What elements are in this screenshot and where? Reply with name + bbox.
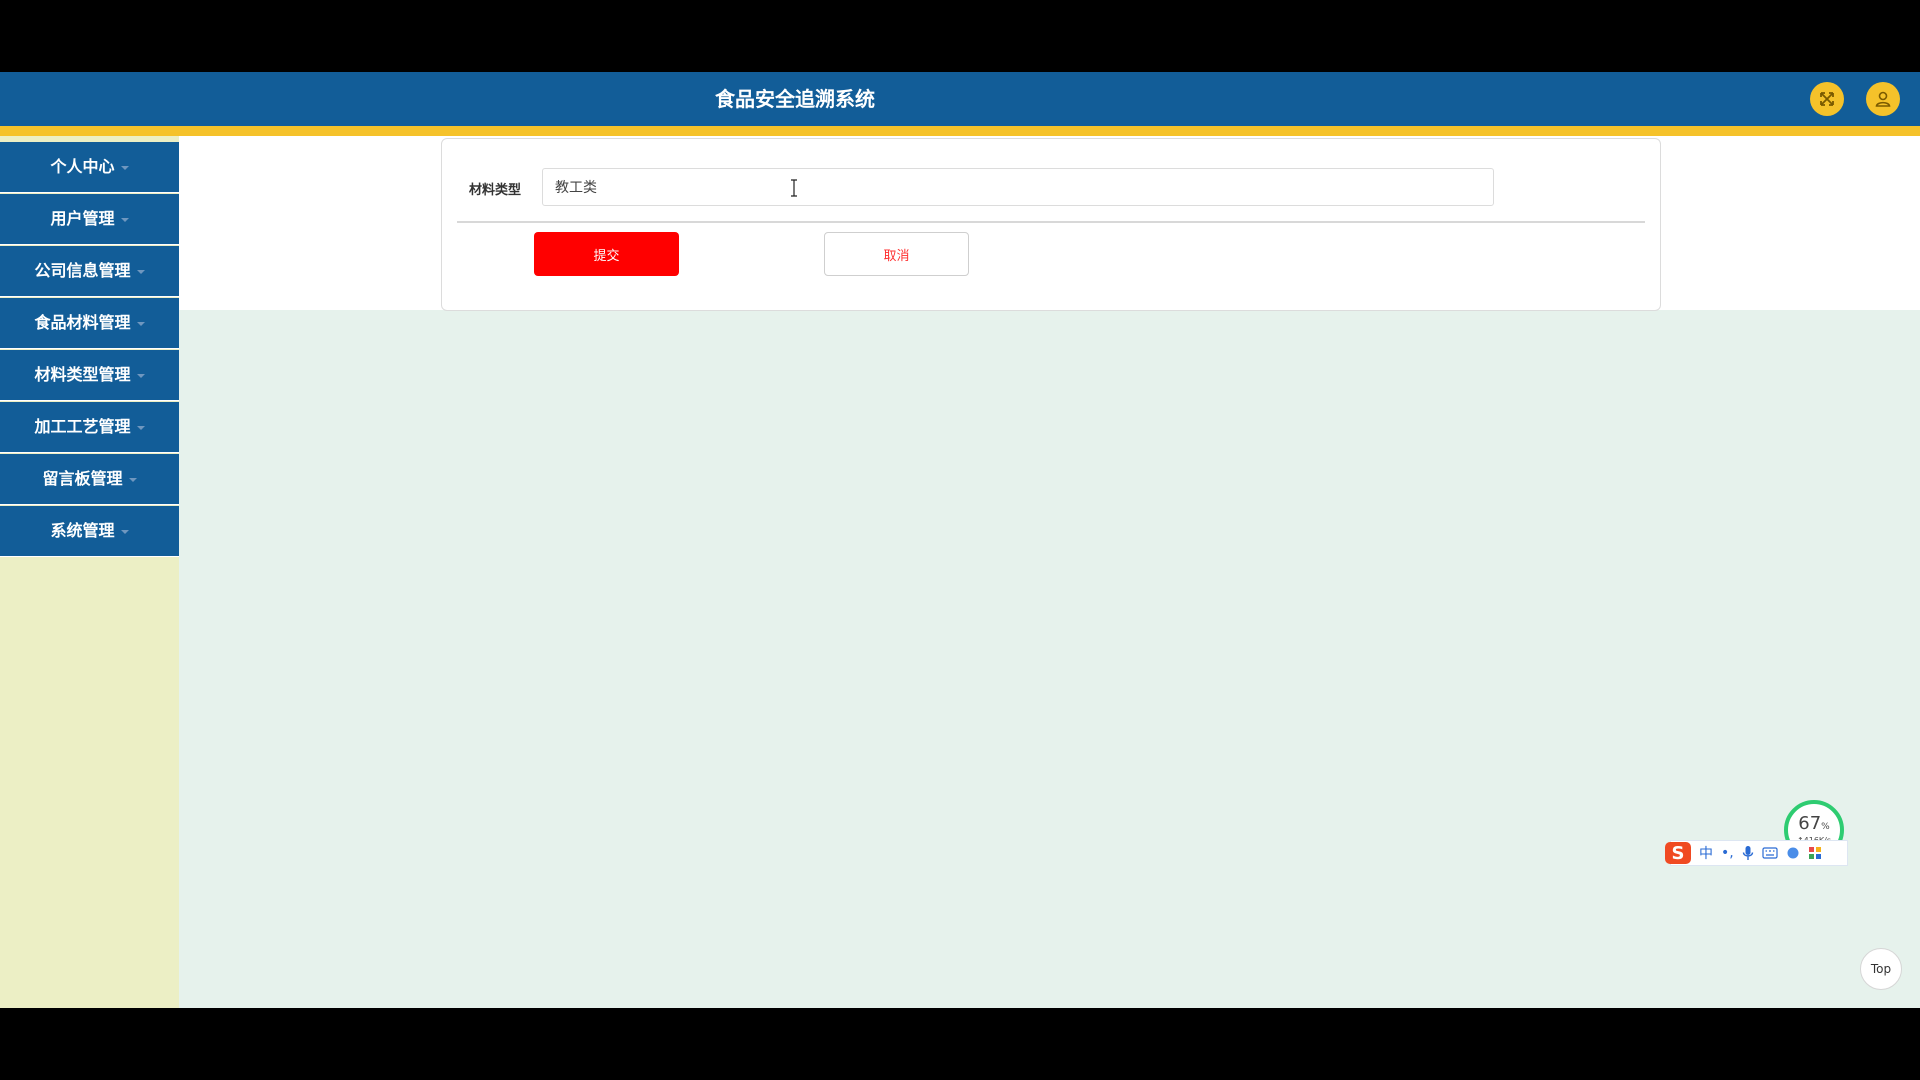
expand-arrows-icon bbox=[1820, 92, 1834, 106]
chevron-down-icon bbox=[120, 217, 129, 222]
sidebar-item-company[interactable]: 公司信息管理 bbox=[0, 246, 179, 297]
cancel-button[interactable]: 取消 bbox=[824, 232, 969, 276]
network-percent: 67% bbox=[1798, 812, 1830, 836]
ime-logo-icon[interactable]: S bbox=[1665, 842, 1691, 864]
material-type-input[interactable] bbox=[542, 168, 1494, 206]
user-icon bbox=[1875, 91, 1891, 107]
sidebar-item-label: 用户管理 bbox=[50, 209, 115, 228]
edit-form: 材料类型 提交 取消 bbox=[441, 138, 1661, 311]
chevron-down-icon bbox=[136, 321, 145, 326]
network-percent-value: 67 bbox=[1798, 812, 1822, 834]
sidebar-item-system[interactable]: 系统管理 bbox=[0, 506, 179, 557]
sidebar: 个人中心 用户管理 公司信息管理 食品材料管理 材料类型管理 加工工艺管理 留言… bbox=[0, 136, 179, 1008]
app-window: 食品安全追溯系统 个人中心 用户管理 公司信息管理 食品材料管理 材料类型管理 … bbox=[0, 72, 1920, 1008]
sidebar-item-label: 个人中心 bbox=[50, 157, 115, 176]
back-to-top-button[interactable]: Top bbox=[1860, 948, 1902, 990]
skin-icon[interactable] bbox=[1786, 846, 1800, 860]
user-avatar-button[interactable] bbox=[1866, 82, 1900, 116]
submit-button[interactable]: 提交 bbox=[534, 232, 679, 276]
chevron-down-icon bbox=[128, 477, 137, 482]
text-cursor-icon bbox=[791, 179, 797, 197]
sidebar-item-materials[interactable]: 食品材料管理 bbox=[0, 298, 179, 349]
material-type-label: 材料类型 bbox=[469, 183, 522, 198]
sidebar-item-material-types[interactable]: 材料类型管理 bbox=[0, 350, 179, 401]
sidebar-item-label: 材料类型管理 bbox=[34, 365, 131, 384]
ime-mode-toggle[interactable]: 中 bbox=[1699, 843, 1713, 863]
chevron-down-icon bbox=[136, 373, 145, 378]
chevron-down-icon bbox=[136, 269, 145, 274]
ime-toolbar[interactable]: S 中 •, bbox=[1665, 840, 1848, 866]
sidebar-item-label: 留言板管理 bbox=[42, 469, 123, 488]
sidebar-item-label: 加工工艺管理 bbox=[34, 417, 131, 436]
keyboard-icon[interactable] bbox=[1762, 847, 1778, 859]
page-title: 食品安全追溯系统 bbox=[715, 87, 875, 111]
sidebar-item-label: 食品材料管理 bbox=[34, 313, 131, 332]
form-divider bbox=[457, 221, 1645, 223]
sidebar-item-profile[interactable]: 个人中心 bbox=[0, 142, 179, 193]
ime-punctuation-toggle[interactable]: •, bbox=[1721, 845, 1734, 861]
apps-grid-icon[interactable] bbox=[1808, 846, 1822, 860]
chevron-down-icon bbox=[120, 529, 129, 534]
sidebar-item-users[interactable]: 用户管理 bbox=[0, 194, 179, 245]
sidebar-item-messages[interactable]: 留言板管理 bbox=[0, 454, 179, 505]
sidebar-item-label: 系统管理 bbox=[50, 521, 115, 540]
sidebar-item-processing[interactable]: 加工工艺管理 bbox=[0, 402, 179, 453]
top-header: 食品安全追溯系统 bbox=[0, 72, 1920, 136]
chevron-down-icon bbox=[136, 425, 145, 430]
chevron-down-icon bbox=[120, 165, 129, 170]
sidebar-item-label: 公司信息管理 bbox=[34, 261, 131, 280]
network-percent-unit: % bbox=[1821, 821, 1830, 832]
fullscreen-button[interactable] bbox=[1810, 82, 1844, 116]
microphone-icon[interactable] bbox=[1742, 845, 1754, 861]
